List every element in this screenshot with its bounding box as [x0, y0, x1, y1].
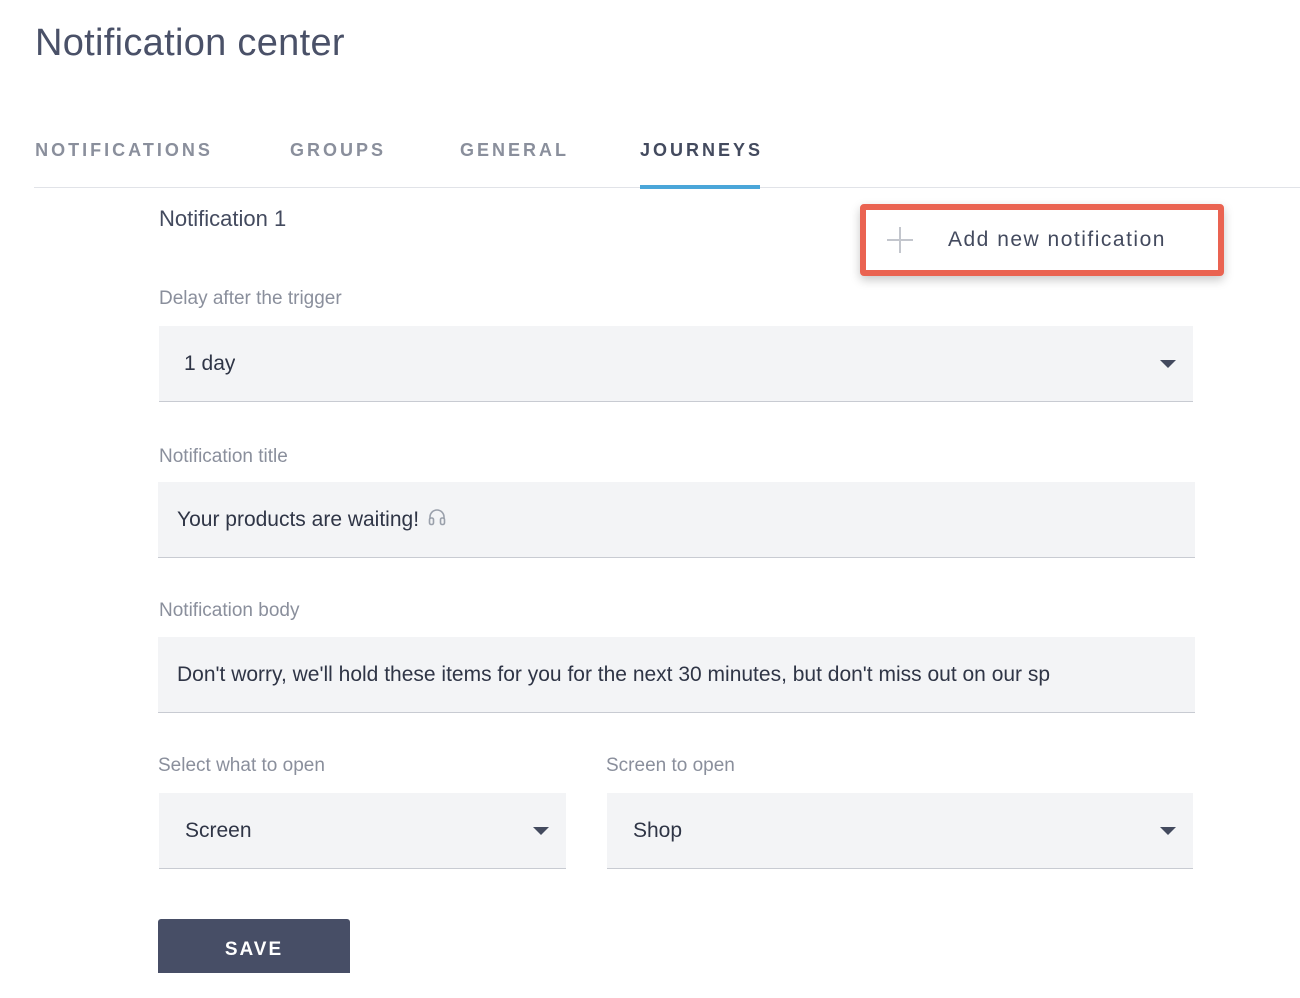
tab-groups[interactable]: GROUPS: [290, 140, 384, 188]
notification-title-label: Notification title: [159, 446, 288, 467]
save-button[interactable]: SAVE: [158, 919, 350, 973]
page-title: Notification center: [35, 22, 345, 64]
notification-section-title: Notification 1: [159, 206, 287, 231]
delay-select[interactable]: 1 day: [159, 326, 1193, 402]
notification-title-value: Your products are waiting!: [177, 507, 420, 531]
open-type-select[interactable]: Screen: [159, 793, 566, 869]
add-new-notification-label: Add new notification: [948, 228, 1166, 251]
open-type-value: Screen: [185, 818, 252, 842]
plus-icon: [887, 227, 913, 253]
delay-label: Delay after the trigger: [159, 288, 342, 309]
tab-bar: NOTIFICATIONS GROUPS GENERAL JOURNEYS: [34, 120, 1300, 189]
notification-title-input[interactable]: Your products are waiting!: [158, 482, 1195, 558]
screen-label: Screen to open: [606, 755, 735, 776]
headphones-icon: [427, 507, 447, 533]
add-notification-highlight: Add new notification: [860, 204, 1224, 276]
notification-center-page: Notification center NOTIFICATIONS GROUPS…: [0, 0, 1300, 998]
open-type-label: Select what to open: [158, 755, 325, 776]
tab-notifications[interactable]: NOTIFICATIONS: [35, 140, 213, 188]
chevron-down-icon: [1160, 827, 1176, 835]
chevron-down-icon: [533, 827, 549, 835]
tab-general[interactable]: GENERAL: [460, 140, 566, 188]
notification-body-input[interactable]: Don't worry, we'll hold these items for …: [158, 637, 1195, 713]
notification-body-value: Don't worry, we'll hold these items for …: [177, 662, 1051, 686]
add-new-notification-button[interactable]: Add new notification: [866, 210, 1218, 270]
chevron-down-icon: [1160, 360, 1176, 368]
delay-value: 1 day: [184, 351, 236, 375]
screen-select[interactable]: Shop: [607, 793, 1193, 869]
notification-body-label: Notification body: [159, 600, 300, 621]
screen-value: Shop: [633, 818, 683, 842]
tab-journeys[interactable]: JOURNEYS: [640, 140, 760, 189]
